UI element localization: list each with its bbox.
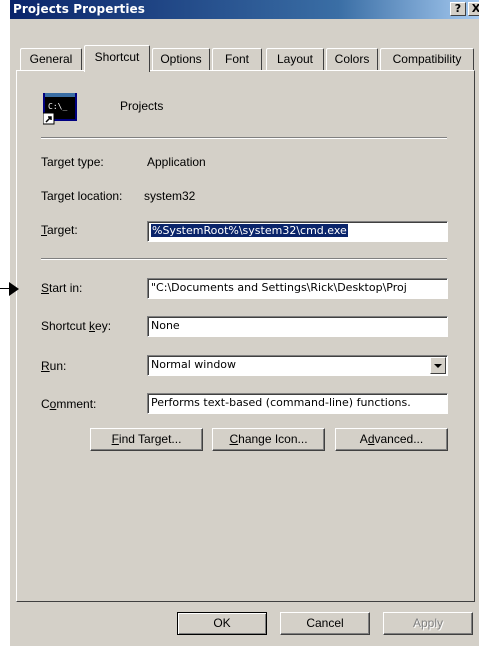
start-in-input-value: "C:\Documents and Settings\Rick\Desktop\… — [151, 281, 407, 294]
window-title: Projects Properties — [13, 2, 146, 16]
start-in-label: Start in: — [41, 281, 82, 295]
tab-shortcut[interactable]: Shortcut — [84, 45, 150, 72]
close-icon: X — [471, 2, 479, 15]
help-button[interactable]: ? — [450, 2, 466, 16]
run-accesskey: R — [41, 359, 50, 373]
shortcut-tab-panel: C:\_ Projects Target type: Application T… — [16, 70, 475, 602]
find-target-button[interactable]: Find Target... — [90, 428, 203, 451]
target-input-value: %SystemRoot%\system32\cmd.exe — [151, 224, 348, 237]
separator-2 — [41, 258, 447, 260]
tab-layout[interactable]: Layout — [266, 48, 324, 70]
icon-prompt-text: C:\_ — [48, 102, 67, 111]
change-icon-label: hange Icon... — [238, 432, 308, 446]
comment-label-pre: C — [41, 397, 50, 411]
target-type-value: Application — [147, 155, 206, 169]
comment-label-post: mment: — [56, 397, 97, 411]
advanced-button[interactable]: Advanced... — [335, 428, 448, 451]
target-location-value: system32 — [144, 189, 196, 203]
start-in-input[interactable]: "C:\Documents and Settings\Rick\Desktop\… — [147, 278, 448, 299]
properties-dialog: Projects Properties ? X General Shortcut… — [10, 0, 479, 646]
tab-compatibility[interactable]: Compatibility — [380, 48, 474, 70]
target-label: Target: — [41, 223, 78, 237]
tab-general[interactable]: General — [20, 48, 82, 70]
comment-input-value: Performs text-based (command-line) funct… — [151, 396, 411, 409]
shortcut-key-label: Shortcut key: — [41, 319, 111, 333]
annotation-arrow-icon — [9, 282, 19, 296]
advanced-label-pre: A — [359, 432, 368, 446]
run-dropdown-button[interactable] — [430, 357, 446, 374]
shortcut-key-label-post: ey: — [95, 319, 112, 333]
comment-input[interactable]: Performs text-based (command-line) funct… — [147, 393, 448, 414]
find-target-accesskey: F — [111, 432, 119, 446]
start-in-accesskey: S — [41, 281, 50, 295]
tab-colors[interactable]: Colors — [326, 48, 378, 70]
help-icon: ? — [454, 2, 462, 15]
ok-button[interactable]: OK — [177, 612, 267, 635]
run-select-value: Normal window — [151, 358, 237, 371]
change-icon-accesskey: C — [229, 432, 239, 446]
run-label-text: un: — [49, 359, 67, 373]
advanced-accesskey: d — [367, 432, 375, 446]
start-in-label-text: tart in: — [49, 281, 83, 295]
run-select[interactable]: Normal window — [147, 355, 448, 376]
tab-font[interactable]: Font — [212, 48, 262, 70]
comment-label: Comment: — [41, 397, 96, 411]
advanced-label-post: vanced... — [374, 432, 424, 446]
change-icon-button[interactable]: Change Icon... — [212, 428, 325, 451]
target-type-label: Target type: — [41, 155, 104, 169]
close-button[interactable]: X — [468, 2, 479, 16]
shortcut-name: Projects — [120, 99, 164, 113]
apply-button[interactable]: Apply — [383, 612, 473, 635]
tab-options[interactable]: Options — [152, 48, 210, 70]
cmd-shortcut-icon: C:\_ — [42, 91, 77, 125]
shortcut-key-input[interactable]: None — [147, 316, 448, 337]
target-label-text: arget: — [47, 223, 78, 237]
cancel-button[interactable]: Cancel — [280, 612, 370, 635]
separator-1 — [41, 137, 447, 139]
title-bar[interactable]: Projects Properties ? X — [10, 0, 479, 19]
find-target-label: ind Target... — [118, 432, 182, 446]
chevron-down-icon — [434, 364, 442, 368]
shortcut-key-label-pre: Shortcut — [41, 319, 90, 333]
target-input[interactable]: %SystemRoot%\system32\cmd.exe — [147, 221, 448, 242]
shortcut-key-value: None — [151, 319, 180, 332]
run-label: Run: — [41, 359, 66, 373]
target-location-label: Target location: — [41, 189, 123, 203]
